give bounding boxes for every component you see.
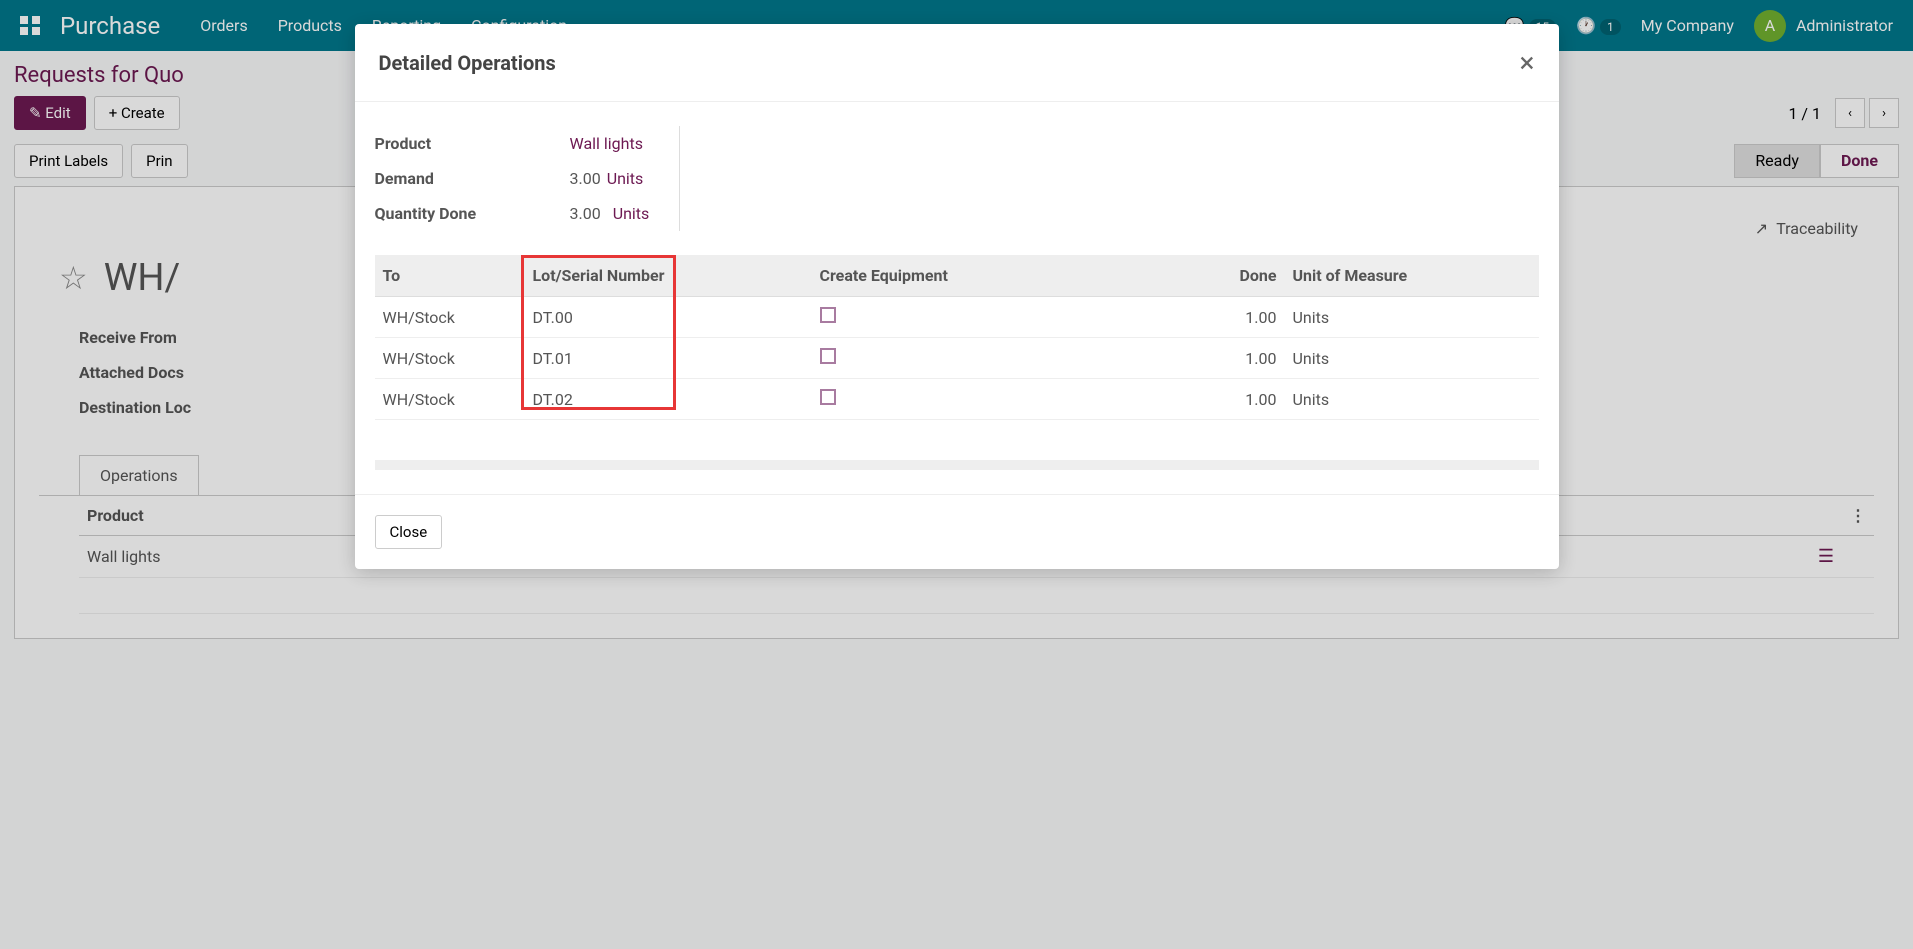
- modal-table: To Lot/Serial Number Create Equipment Do…: [375, 255, 1539, 420]
- checkbox[interactable]: [820, 348, 836, 364]
- mcell-done: 1.00: [1092, 297, 1285, 338]
- modal-table-row[interactable]: WH/Stock DT.02 1.00 Units: [375, 379, 1539, 420]
- mcell-to: WH/Stock: [375, 297, 525, 338]
- label-qty-done: Quantity Done: [375, 204, 570, 223]
- checkbox[interactable]: [820, 307, 836, 323]
- modal-form: Product Wall lights Demand 3.00 Units Qua…: [375, 126, 1539, 231]
- mcell-to: WH/Stock: [375, 338, 525, 379]
- mcell-done: 1.00: [1092, 379, 1285, 420]
- modal-scrollbar[interactable]: [375, 460, 1539, 470]
- mcell-to: WH/Stock: [375, 379, 525, 420]
- mcell-lot: DT.02: [525, 379, 812, 420]
- mcol-done: Done: [1092, 255, 1285, 297]
- modal-title: Detailed Operations: [379, 51, 556, 75]
- mcell-lot: DT.00: [525, 297, 812, 338]
- checkbox[interactable]: [820, 389, 836, 405]
- modal-table-wrapper: To Lot/Serial Number Create Equipment Do…: [375, 255, 1539, 420]
- value-product[interactable]: Wall lights: [570, 134, 643, 153]
- close-button[interactable]: Close: [375, 515, 443, 549]
- modal-table-row[interactable]: WH/Stock DT.01 1.00 Units: [375, 338, 1539, 379]
- modal-footer: Close: [355, 494, 1559, 569]
- mcell-uom: Units: [1285, 297, 1539, 338]
- value-demand-unit[interactable]: Units: [607, 169, 644, 188]
- mcell-equipment: [812, 379, 1092, 420]
- modal-body: Product Wall lights Demand 3.00 Units Qua…: [355, 102, 1559, 494]
- mcol-lot: Lot/Serial Number: [525, 255, 812, 297]
- mcol-uom: Unit of Measure: [1285, 255, 1539, 297]
- mcell-uom: Units: [1285, 338, 1539, 379]
- mcell-done: 1.00: [1092, 338, 1285, 379]
- mcol-to: To: [375, 255, 525, 297]
- detailed-operations-modal: Detailed Operations × Product Wall light…: [355, 24, 1559, 569]
- label-demand: Demand: [375, 169, 570, 188]
- value-qty-done-qty: 3.00: [570, 204, 601, 223]
- mcell-lot: DT.01: [525, 338, 812, 379]
- mcell-equipment: [812, 338, 1092, 379]
- mcol-equipment: Create Equipment: [812, 255, 1092, 297]
- label-product: Product: [375, 134, 570, 153]
- mcell-uom: Units: [1285, 379, 1539, 420]
- modal-header: Detailed Operations ×: [355, 24, 1559, 102]
- modal-table-row[interactable]: WH/Stock DT.00 1.00 Units: [375, 297, 1539, 338]
- value-qty-done-unit[interactable]: Units: [613, 204, 650, 223]
- value-demand-qty: 3.00: [570, 169, 601, 188]
- mcell-equipment: [812, 297, 1092, 338]
- modal-close-button[interactable]: ×: [1520, 46, 1535, 79]
